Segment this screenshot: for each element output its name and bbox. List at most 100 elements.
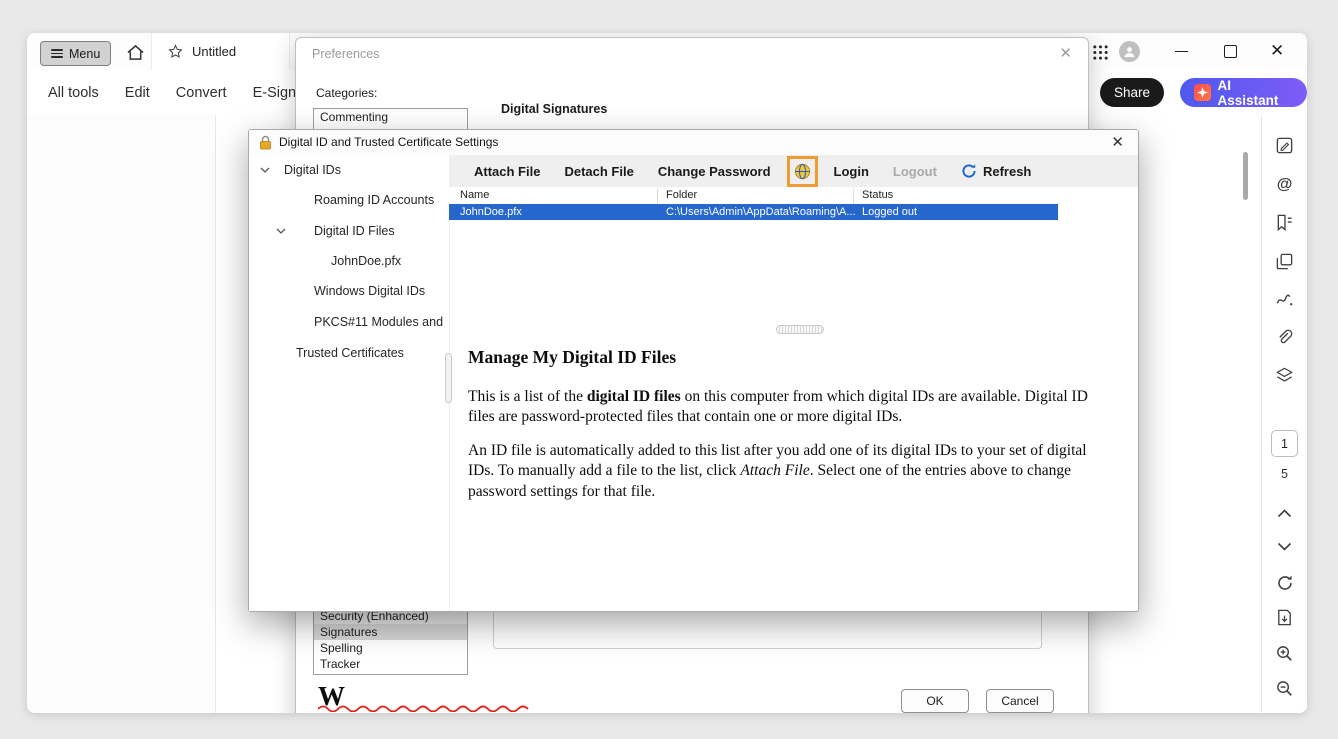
tree-item-pkcs11-modules[interactable]: PKCS#11 Modules and Toke — [314, 315, 445, 329]
ai-assistant-icon — [1194, 84, 1211, 101]
tree-item-windows-digital-ids[interactable]: Windows Digital IDs — [314, 284, 425, 298]
id-file-row-selected[interactable]: JohnDoe.pfx C:\Users\Admin\AppData\Roami… — [449, 204, 1058, 220]
column-status[interactable]: Status — [862, 189, 893, 201]
apps-grid-button[interactable] — [1090, 42, 1110, 62]
dialog-title: Digital ID and Trusted Certificate Setti… — [279, 135, 498, 149]
panel-title: Digital Signatures — [501, 102, 607, 116]
organize-pages-icon[interactable] — [1274, 251, 1295, 272]
row-name: JohnDoe.pfx — [460, 206, 522, 218]
menu-button-label: Menu — [69, 47, 100, 61]
change-password-button[interactable]: Change Password — [658, 164, 771, 179]
usage-options-highlight[interactable] — [787, 156, 818, 187]
tree-splitter-handle[interactable] — [445, 353, 452, 403]
right-tool-rail: @ 1 5 — [1261, 115, 1307, 713]
column-divider — [657, 189, 658, 204]
row-folder: C:\Users\Admin\AppData\Roaming\A... — [666, 206, 856, 218]
cancel-button[interactable]: Cancel — [986, 689, 1054, 713]
tree-item-digital-id-files[interactable]: Digital ID Files — [314, 224, 395, 238]
bookmarks-icon[interactable] — [1274, 212, 1295, 233]
layers-icon[interactable] — [1274, 365, 1295, 386]
document-tab[interactable]: Untitled — [151, 33, 290, 70]
horizontal-splitter-handle[interactable] — [776, 325, 824, 334]
detach-file-button[interactable]: Detach File — [564, 164, 633, 179]
document-scrollbar-thumb[interactable] — [1243, 152, 1248, 200]
categories-bottom-group: Security (Enhanced) Signatures Spelling … — [314, 608, 467, 672]
apps-grid-icon — [1092, 44, 1109, 61]
next-page-button[interactable] — [1274, 536, 1295, 557]
logout-button[interactable]: Logout — [893, 164, 937, 179]
attach-file-button[interactable]: Attach File — [474, 164, 540, 179]
mention-comment-icon[interactable]: @ — [1274, 174, 1295, 195]
nav-esign[interactable]: E-Sign — [253, 85, 297, 101]
acrobat-window: Menu Untitled ✕ — [27, 33, 1307, 713]
column-name[interactable]: Name — [460, 189, 489, 201]
page-count: 5 — [1262, 467, 1307, 481]
chevron-down-icon — [1277, 542, 1292, 551]
categories-label: Categories: — [316, 86, 377, 100]
nav-edit[interactable]: Edit — [125, 85, 150, 101]
chevron-down-icon[interactable] — [260, 167, 270, 173]
desktop: Menu Untitled ✕ — [0, 0, 1338, 739]
tree-item-digital-ids[interactable]: Digital IDs — [284, 163, 341, 177]
dialog-close-icon[interactable]: ✕ — [1111, 133, 1124, 151]
chevron-up-icon — [1277, 509, 1292, 518]
refresh-label: Refresh — [983, 164, 1031, 179]
attachments-icon[interactable] — [1274, 327, 1295, 348]
page-number-value: 1 — [1281, 437, 1288, 451]
document-tab-title: Untitled — [192, 44, 236, 59]
star-icon — [168, 44, 183, 59]
page-number-input[interactable]: 1 — [1271, 430, 1298, 457]
share-button-label: Share — [1114, 85, 1150, 100]
tree-item-trusted-certificates[interactable]: Trusted Certificates — [296, 346, 404, 360]
id-files-panel: Attach File Detach File Change Password … — [449, 155, 1138, 611]
digital-id-settings-dialog: Digital ID and Trusted Certificate Setti… — [248, 129, 1139, 612]
user-avatar[interactable] — [1119, 41, 1140, 62]
ai-assistant-label: AI Assistant — [1218, 78, 1293, 108]
ai-assistant-button[interactable]: AI Assistant — [1180, 78, 1307, 107]
usage-options-globe-icon — [793, 162, 812, 181]
edit-page-icon[interactable] — [1274, 135, 1295, 156]
window-close-button[interactable]: ✕ — [1270, 41, 1284, 61]
id-files-paragraph-2: An ID file is automatically added to thi… — [468, 441, 1113, 502]
tree-item-johndoe-pfx[interactable]: JohnDoe.pfx — [331, 254, 401, 268]
lock-icon — [259, 135, 272, 150]
page-edge-divider — [215, 115, 216, 713]
window-minimize-button[interactable] — [1175, 51, 1188, 52]
menu-button[interactable]: Menu — [40, 41, 111, 66]
column-folder[interactable]: Folder — [666, 189, 697, 201]
home-button[interactable] — [123, 42, 147, 62]
manage-id-files-heading: Manage My Digital ID Files — [468, 347, 676, 368]
previous-page-button[interactable] — [1274, 503, 1295, 524]
share-button[interactable]: Share — [1100, 78, 1164, 107]
spellcheck-squiggle — [318, 705, 534, 712]
avatar-icon — [1123, 45, 1136, 58]
signature-icon[interactable] — [1274, 289, 1295, 310]
login-button[interactable]: Login — [834, 164, 869, 179]
nav-convert[interactable]: Convert — [176, 85, 227, 101]
refresh-button[interactable]: Refresh — [961, 163, 1031, 179]
id-tree-panel: Digital IDs Roaming ID Accounts Digital … — [249, 155, 449, 611]
category-item[interactable]: Commenting — [314, 109, 467, 125]
column-divider — [853, 189, 854, 204]
id-dialog-toolbar: Attach File Detach File Change Password … — [449, 155, 1138, 187]
category-item-selected[interactable]: Signatures — [314, 624, 467, 640]
category-item[interactable]: Spelling — [314, 640, 467, 656]
hamburger-icon — [51, 49, 63, 58]
id-files-paragraph-1: This is a list of the digital ID files o… — [468, 387, 1113, 428]
category-item[interactable]: Tracker — [314, 656, 467, 672]
zoom-out-icon[interactable] — [1274, 678, 1295, 699]
chevron-down-icon[interactable] — [276, 228, 286, 234]
rotate-refresh-icon[interactable] — [1274, 572, 1295, 593]
home-icon — [126, 44, 145, 61]
tree-item-roaming-accounts[interactable]: Roaming ID Accounts — [314, 193, 434, 207]
ok-button-label: OK — [926, 694, 943, 708]
cancel-button-label: Cancel — [1001, 694, 1038, 708]
nav-all-tools[interactable]: All tools — [48, 85, 99, 101]
preferences-close-icon[interactable]: ✕ — [1059, 44, 1072, 62]
zoom-in-icon[interactable] — [1274, 643, 1295, 664]
window-maximize-button[interactable] — [1224, 45, 1237, 58]
refresh-icon — [961, 163, 977, 179]
ok-button[interactable]: OK — [901, 689, 969, 713]
dialog-titlebar: Digital ID and Trusted Certificate Setti… — [249, 130, 1138, 156]
fit-page-icon[interactable] — [1274, 607, 1295, 628]
